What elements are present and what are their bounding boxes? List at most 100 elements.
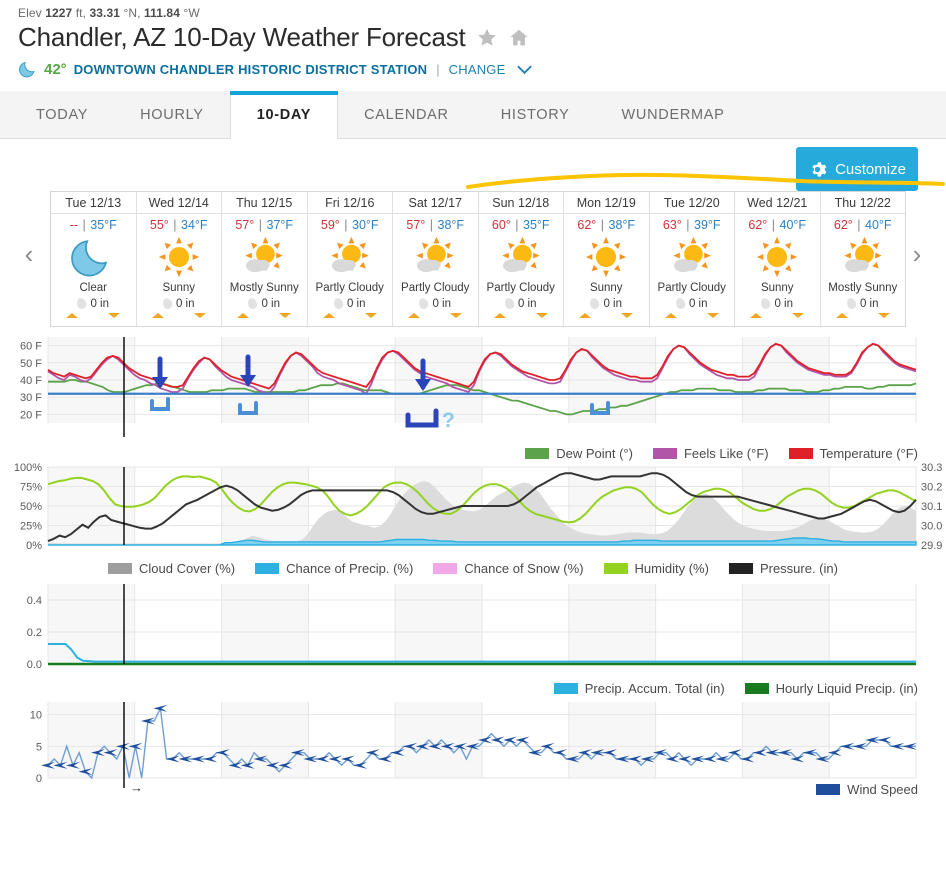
day-condition: Sunny bbox=[760, 282, 794, 294]
sun-icon bbox=[583, 234, 629, 280]
precip-amount: 0 in bbox=[517, 297, 537, 310]
legend-item[interactable]: Pressure. (in) bbox=[728, 561, 838, 576]
day-condition: Partly Cloudy bbox=[657, 282, 726, 294]
tab-label: TODAY bbox=[36, 106, 89, 123]
day-condition: Mostly Sunny bbox=[828, 282, 898, 294]
day-card-9[interactable]: Thu 12/22 62° | 40°F Mostly Sunny 0 in bbox=[820, 192, 905, 326]
wind-barb-icon bbox=[165, 755, 180, 763]
axis-tick-label: 50% bbox=[20, 501, 42, 513]
legend-label: Temperature (°F) bbox=[819, 446, 918, 461]
prev-days-arrow[interactable]: ‹ bbox=[18, 239, 40, 269]
day-card-6[interactable]: Mon 12/19 62° | 38°F Sunny 0 in bbox=[564, 192, 650, 326]
home-icon[interactable] bbox=[508, 27, 530, 49]
sunrise-icon bbox=[579, 312, 592, 318]
day-card-0[interactable]: Tue 12/13 -- | 35°F Clear 0 in bbox=[51, 192, 137, 326]
day-low: 39°F bbox=[694, 218, 721, 232]
day-condition: Sunny bbox=[589, 282, 623, 294]
elev-value: 1227 bbox=[45, 6, 73, 20]
legend-item[interactable]: Temperature (°F) bbox=[788, 446, 918, 461]
wind-chart[interactable]: 0 5 10 → bbox=[0, 696, 946, 796]
legend-item[interactable]: Precip. Accum. Total (in) bbox=[553, 681, 725, 696]
temperature-chart[interactable]: 20 F 30 F 40 F 50 F 60 F? bbox=[0, 331, 946, 446]
legend-label: Cloud Cover (%) bbox=[139, 561, 236, 576]
legend-label: Humidity (%) bbox=[634, 561, 709, 576]
legend-swatch bbox=[433, 563, 458, 574]
day-name: Sat 12/17 bbox=[393, 192, 478, 214]
temp-divider: | bbox=[258, 218, 263, 232]
day-condition: Partly Cloudy bbox=[486, 282, 555, 294]
change-station-link[interactable]: CHANGE bbox=[449, 62, 506, 77]
forecast-strip: ‹ › Tue 12/13 -- | 35°F Clear 0 in Wed 1… bbox=[0, 191, 946, 331]
axis-tick-label: 0.0 bbox=[27, 659, 42, 671]
latitude-value: 33.31 bbox=[89, 6, 121, 20]
tab-label: CALENDAR bbox=[364, 106, 449, 123]
customize-button[interactable]: Customize bbox=[796, 147, 918, 191]
legend-item[interactable]: Hourly Liquid Precip. (in) bbox=[744, 681, 918, 696]
legend-item[interactable]: Wind Speed bbox=[816, 782, 918, 797]
day-precip: 0 in bbox=[332, 297, 366, 311]
day-low: 40°F bbox=[779, 218, 807, 232]
precip-amount: 0 in bbox=[432, 297, 452, 310]
legend-swatch bbox=[108, 563, 133, 574]
day-high: 62° bbox=[748, 218, 768, 232]
wind-barb-icon bbox=[877, 736, 892, 744]
legend-label: Chance of Precip. (%) bbox=[286, 561, 414, 576]
sun-cloud-icon bbox=[241, 234, 287, 280]
wind-barb-icon bbox=[727, 749, 742, 757]
elevation-coordinates: Elev 1227 ft, 33.31 °N, 111.84 °W bbox=[0, 0, 946, 20]
wind-barb-icon bbox=[677, 755, 692, 763]
day-low: 40°F bbox=[865, 218, 892, 232]
day-card-4[interactable]: Sat 12/17 57° | 38°F Partly Cloudy 0 in bbox=[393, 192, 479, 326]
page-title: Chandler, AZ 10-Day Weather Forecast bbox=[18, 22, 466, 52]
legend-item[interactable]: Dew Point (°) bbox=[525, 446, 633, 461]
day-high: 57° bbox=[235, 218, 255, 232]
next-days-arrow[interactable]: › bbox=[906, 239, 928, 269]
tab-10-day[interactable]: 10-DAY bbox=[229, 91, 339, 139]
temp-divider: | bbox=[857, 218, 861, 232]
station-name-link[interactable]: DOWNTOWN CHANDLER HISTORIC DISTRICT STAT… bbox=[74, 62, 428, 77]
precipitation-chart[interactable]: 0.0 0.2 0.4 bbox=[0, 576, 946, 681]
tab-today[interactable]: TODAY bbox=[10, 91, 114, 138]
day-card-8[interactable]: Wed 12/21 62° | 40°F Sunny 0 in bbox=[735, 192, 821, 326]
day-temps: 57° | 38°F bbox=[406, 214, 464, 233]
legend-item[interactable]: Chance of Snow (%) bbox=[433, 561, 584, 576]
humidity-pressure-chart[interactable]: 0% 25% 50% 75% 100% 29.9 30.0 30.1 30.2 30.3 bbox=[0, 461, 946, 561]
star-icon[interactable] bbox=[476, 27, 498, 49]
day-card-3[interactable]: Fri 12/16 59° | 30°F Partly Cloudy 0 in bbox=[307, 192, 393, 326]
day-card-2[interactable]: Thu 12/15 57° | 37°F Mostly Sunny 0 in bbox=[222, 192, 308, 326]
temp-divider: | bbox=[771, 218, 776, 232]
day-precip: 0 in bbox=[75, 297, 109, 311]
legend-item[interactable]: Feels Like (°F) bbox=[652, 446, 769, 461]
axis-tick-label: 75% bbox=[20, 482, 42, 494]
axis-tick-label: 10 bbox=[30, 710, 42, 722]
legend-item[interactable]: Humidity (%) bbox=[603, 561, 709, 576]
axis-tick-label: 100% bbox=[14, 462, 42, 474]
temp-divider: | bbox=[515, 218, 519, 232]
legend-swatch bbox=[553, 683, 578, 694]
axis-tick-label: 60 F bbox=[20, 341, 42, 353]
day-card-1[interactable]: Wed 12/14 55° | 34°F Sunny 0 in bbox=[136, 192, 222, 326]
tab-hourly[interactable]: HOURLY bbox=[114, 91, 230, 138]
day-temps: -- | 35°F bbox=[70, 214, 117, 233]
tab-wundermap[interactable]: WUNDERMAP bbox=[596, 91, 751, 138]
day-name: Tue 12/13 bbox=[51, 192, 136, 214]
day-precip: 0 in bbox=[588, 297, 622, 311]
day-high: 62° bbox=[577, 218, 597, 232]
legend-swatch bbox=[744, 683, 769, 694]
legend-item[interactable]: Chance of Precip. (%) bbox=[255, 561, 413, 576]
sunset-icon bbox=[621, 312, 634, 318]
day-name: Wed 12/21 bbox=[735, 192, 820, 214]
day-precip: 0 in bbox=[246, 297, 280, 311]
wind-barb-icon bbox=[340, 755, 355, 763]
chevron-down-icon[interactable] bbox=[517, 65, 533, 75]
moon-icon bbox=[19, 61, 35, 78]
tab-calendar[interactable]: CALENDAR bbox=[338, 91, 475, 138]
tab-history[interactable]: HISTORY bbox=[475, 91, 596, 138]
day-precip: 0 in bbox=[674, 297, 708, 311]
day-card-7[interactable]: Tue 12/20 63° | 39°F Partly Cloudy 0 in bbox=[649, 192, 735, 326]
day-high: 62° bbox=[833, 218, 853, 232]
day-card-5[interactable]: Sun 12/18 60° | 35°F Partly Cloudy 0 in bbox=[478, 192, 564, 326]
temperature-legend: Dew Point (°) Feels Like (°F) Temperatur… bbox=[0, 446, 946, 461]
legend-item[interactable]: Cloud Cover (%) bbox=[108, 561, 235, 576]
axis-tick-label: 30.1 bbox=[921, 501, 942, 513]
